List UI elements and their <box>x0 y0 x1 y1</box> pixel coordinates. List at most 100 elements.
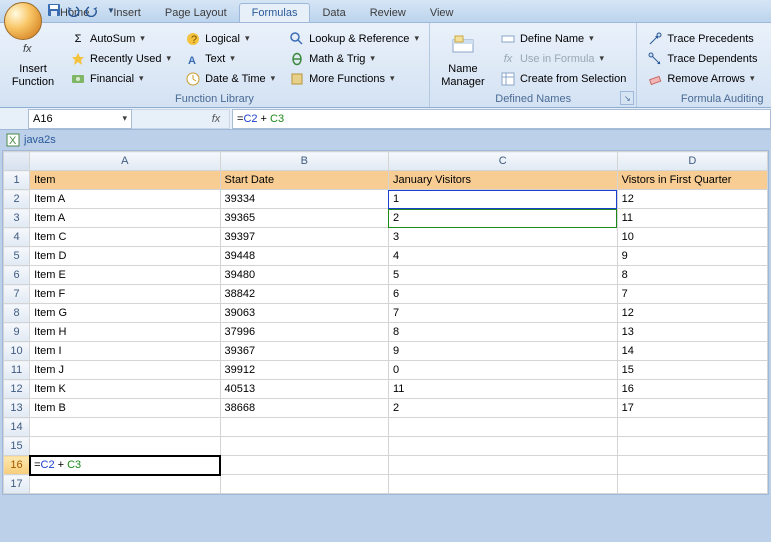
cell[interactable] <box>30 475 220 494</box>
cell[interactable]: Item F <box>30 285 220 304</box>
cell[interactable]: Item D <box>30 247 220 266</box>
cell[interactable]: 9 <box>388 342 617 361</box>
row-header[interactable]: 5 <box>4 247 30 266</box>
row-header[interactable]: 10 <box>4 342 30 361</box>
cell[interactable] <box>617 418 767 437</box>
save-icon[interactable] <box>46 2 62 18</box>
cell[interactable]: Item A <box>30 190 220 209</box>
cell[interactable] <box>617 475 767 494</box>
cell[interactable]: 13 <box>617 323 767 342</box>
cell[interactable]: Item A <box>30 209 220 228</box>
cell[interactable]: 17 <box>617 399 767 418</box>
cell[interactable] <box>388 475 617 494</box>
cell[interactable]: 39367 <box>220 342 388 361</box>
cell[interactable]: 8 <box>617 266 767 285</box>
tab-page-layout[interactable]: Page Layout <box>153 4 239 22</box>
cell[interactable]: 0 <box>388 361 617 380</box>
row-header[interactable]: 2 <box>4 190 30 209</box>
row-header[interactable]: 9 <box>4 323 30 342</box>
math-button[interactable]: Math & Trig▾ <box>285 50 423 68</box>
cell[interactable]: 11 <box>388 380 617 399</box>
evaluate-button[interactable] <box>767 70 771 88</box>
cell[interactable]: 10 <box>617 228 767 247</box>
datetime-button[interactable]: Date & Time▾ <box>181 70 279 88</box>
define-name-button[interactable]: Define Name▾ <box>496 30 630 48</box>
cell[interactable]: Item G <box>30 304 220 323</box>
cell[interactable] <box>220 418 388 437</box>
row-header[interactable]: 1 <box>4 171 30 190</box>
cell[interactable] <box>220 437 388 456</box>
name-box[interactable]: A16▾ <box>28 109 132 129</box>
lookup-button[interactable]: Lookup & Reference▾ <box>285 30 423 48</box>
cell[interactable]: Item H <box>30 323 220 342</box>
col-header-d[interactable]: D <box>617 152 767 171</box>
row-header[interactable]: 17 <box>4 475 30 494</box>
show-formulas-button[interactable]: fx <box>767 30 771 48</box>
cell[interactable]: 1 <box>388 190 617 209</box>
tab-formulas[interactable]: Formulas <box>239 3 311 22</box>
dialog-launcher-icon[interactable]: ↘ <box>620 91 634 105</box>
row-header[interactable]: 12 <box>4 380 30 399</box>
cell[interactable]: Item C <box>30 228 220 247</box>
text-button[interactable]: AText▾ <box>181 50 279 68</box>
tab-view[interactable]: View <box>418 4 466 22</box>
row-header[interactable]: 15 <box>4 437 30 456</box>
logical-button[interactable]: ?Logical▾ <box>181 30 279 48</box>
office-button[interactable] <box>4 2 42 40</box>
cell[interactable] <box>220 456 388 475</box>
row-header[interactable]: 14 <box>4 418 30 437</box>
cell[interactable] <box>220 475 388 494</box>
row-header[interactable]: 11 <box>4 361 30 380</box>
cell[interactable] <box>388 437 617 456</box>
cell[interactable]: 9 <box>617 247 767 266</box>
cell[interactable]: 14 <box>617 342 767 361</box>
qat-customize-icon[interactable]: ▼ <box>103 2 119 18</box>
cell[interactable]: 15 <box>617 361 767 380</box>
cell[interactable]: Item E <box>30 266 220 285</box>
create-from-selection-button[interactable]: Create from Selection <box>496 70 630 88</box>
formula-input[interactable]: =C2 + C3 <box>232 109 771 129</box>
cell[interactable]: 2 <box>388 209 617 228</box>
col-header-a[interactable]: A <box>30 152 220 171</box>
cell[interactable]: 39448 <box>220 247 388 266</box>
trace-precedents-button[interactable]: Trace Precedents <box>643 30 761 48</box>
col-header-b[interactable]: B <box>220 152 388 171</box>
cell[interactable]: 8 <box>388 323 617 342</box>
row-header[interactable]: 3 <box>4 209 30 228</box>
error-check-button[interactable]: !▾ <box>767 50 771 68</box>
cell[interactable]: Item <box>30 171 220 190</box>
cell[interactable] <box>388 418 617 437</box>
cell[interactable]: Vistors in First Quarter <box>617 171 767 190</box>
cell[interactable]: 11 <box>617 209 767 228</box>
tab-review[interactable]: Review <box>358 4 418 22</box>
row-header[interactable]: 4 <box>4 228 30 247</box>
cell[interactable]: 7 <box>617 285 767 304</box>
row-header[interactable]: 8 <box>4 304 30 323</box>
cell[interactable]: January Visitors <box>388 171 617 190</box>
cell[interactable]: 6 <box>388 285 617 304</box>
cell[interactable] <box>617 456 767 475</box>
cell[interactable]: 37996 <box>220 323 388 342</box>
cell[interactable] <box>617 437 767 456</box>
cell[interactable]: 39397 <box>220 228 388 247</box>
cell[interactable]: Item B <box>30 399 220 418</box>
cell[interactable]: 39365 <box>220 209 388 228</box>
cell[interactable] <box>30 437 220 456</box>
tab-data[interactable]: Data <box>310 4 357 22</box>
remove-arrows-button[interactable]: Remove Arrows▾ <box>643 70 761 88</box>
cell[interactable]: 3 <box>388 228 617 247</box>
cell[interactable]: 12 <box>617 304 767 323</box>
cell[interactable]: 2 <box>388 399 617 418</box>
cell[interactable]: 12 <box>617 190 767 209</box>
redo-icon[interactable] <box>84 2 100 18</box>
cell[interactable] <box>388 456 617 475</box>
undo-icon[interactable] <box>65 2 81 18</box>
cell[interactable]: 7 <box>388 304 617 323</box>
financial-button[interactable]: Financial▾ <box>66 70 175 88</box>
cell[interactable]: 39063 <box>220 304 388 323</box>
cell[interactable]: 5 <box>388 266 617 285</box>
cell[interactable]: Item I <box>30 342 220 361</box>
cell[interactable]: 38668 <box>220 399 388 418</box>
cell[interactable]: Start Date <box>220 171 388 190</box>
cell[interactable]: 39334 <box>220 190 388 209</box>
